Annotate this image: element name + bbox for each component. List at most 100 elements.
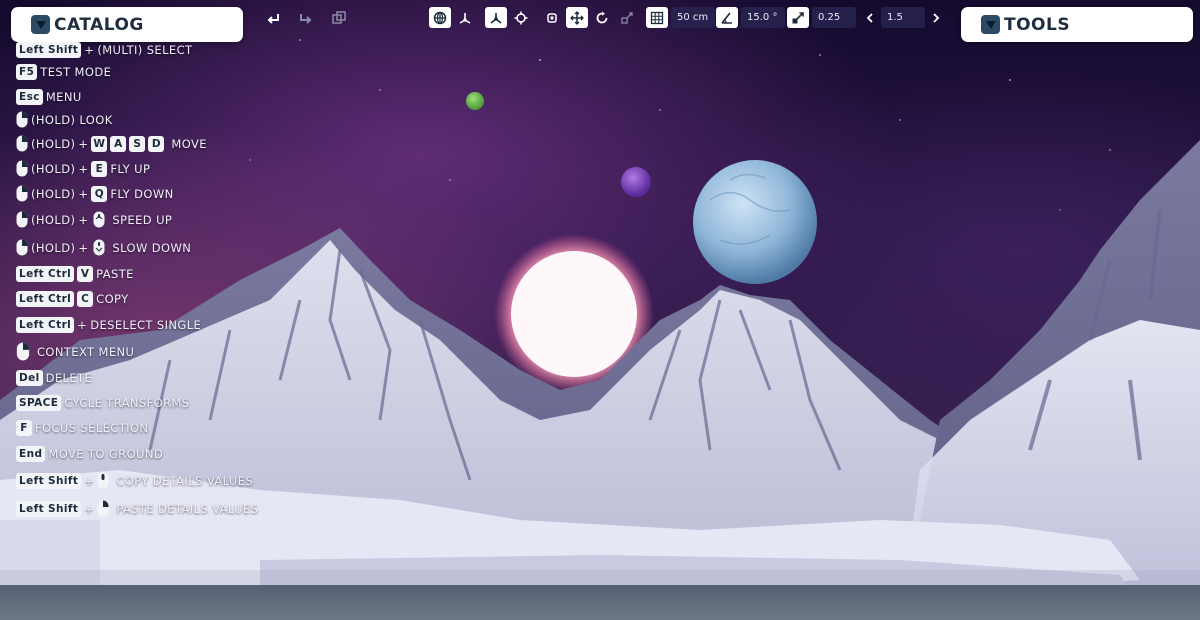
transform-toolbar (429, 7, 638, 28)
chevron-left-icon[interactable] (862, 7, 878, 28)
shortcut-paste: Left Ctrl V PASTE (16, 266, 134, 282)
shortcut-fly-up: (HOLD) + E FLY UP (16, 160, 150, 177)
key-badge: F (16, 420, 32, 436)
scale-snap-icon[interactable] (787, 7, 809, 28)
shortcut-label: DESELECT SINGLE (90, 318, 202, 332)
hold-label: (HOLD) (31, 161, 76, 176)
plus-sign: + (84, 43, 95, 57)
shortcut-fly-down: (HOLD) + Q FLY DOWN (16, 185, 174, 202)
axis-icon[interactable] (485, 7, 507, 28)
shortcut-label: CYCLE TRANSFORMS (64, 396, 190, 410)
key-badge: Q (91, 185, 108, 202)
shortcut-label: SLOW DOWN (112, 240, 192, 255)
plus-sign: + (78, 212, 89, 227)
plus-sign: + (84, 501, 95, 516)
speed-group: 1.5 (862, 7, 944, 28)
tools-button[interactable]: TOOLS (961, 7, 1193, 42)
move-arrows-icon[interactable] (566, 7, 588, 28)
redo-icon[interactable] (295, 7, 317, 28)
shortcut-look: (HOLD) LOOK (16, 111, 113, 128)
shortcut-label: MENU (45, 90, 82, 104)
catalog-label: CATALOG (54, 14, 144, 35)
mouse-right-icon (16, 342, 30, 361)
mouse-right-icon (16, 239, 28, 256)
scale-snap-field[interactable]: 0.25 (812, 7, 856, 28)
mouse-right-icon (97, 500, 109, 517)
shortcut-move-to-ground: End MOVE TO GROUND (16, 446, 163, 462)
undo-icon[interactable] (262, 7, 284, 28)
shortcut-context-menu: CONTEXT MENU (16, 342, 134, 361)
key-badge: End (16, 446, 46, 462)
shortcut-label: SPEED UP (112, 212, 173, 227)
shortcut-copy: Left Ctrl C COPY (16, 291, 129, 307)
game-viewport[interactable] (0, 0, 1200, 620)
snap-object-icon[interactable] (541, 7, 563, 28)
plus-sign: + (78, 240, 89, 255)
heart-logo-icon (981, 15, 1000, 34)
shortcut-label: PASTE DETAILS VALUES (116, 501, 259, 516)
shortcut-label: DELETE (45, 371, 93, 385)
scale-icon[interactable] (616, 7, 638, 28)
mouse-right-icon (16, 111, 28, 128)
shortcut-move: (HOLD) + W A S D MOVE (16, 135, 207, 152)
key-badge: A (110, 135, 127, 152)
key-badge: Esc (16, 89, 43, 105)
chevron-right-icon[interactable] (928, 7, 944, 28)
grid-snap-group: 50 cm (646, 7, 715, 28)
grid-icon[interactable] (646, 7, 668, 28)
angle-icon[interactable] (716, 7, 738, 28)
heart-logo-icon (31, 15, 50, 34)
shortcut-cycle-transforms: SPACE CYCLE TRANSFORMS (16, 395, 190, 411)
mouse-right-icon (16, 211, 28, 228)
mouse-scroll-down-icon (93, 239, 105, 256)
shortcut-label: COPY (96, 292, 129, 306)
shortcut-label: (HOLD) LOOK (31, 112, 113, 127)
shortcut-menu: Esc MENU (16, 89, 82, 105)
shortcut-paste-details: Left Shift + PASTE DETAILS VALUES (16, 500, 258, 517)
crosshair-icon[interactable] (510, 7, 532, 28)
shortcut-label: FLY UP (110, 161, 151, 176)
key-badge: Left Ctrl (16, 291, 75, 307)
hold-label: (HOLD) (31, 186, 76, 201)
angle-snap-group: 15.0 ° (716, 7, 785, 28)
key-badge: Left Shift (16, 42, 82, 58)
plus-sign: + (78, 136, 89, 151)
mouse-right-icon (16, 160, 28, 177)
grid-size-field[interactable]: 50 cm (671, 7, 715, 28)
hold-label: (HOLD) (31, 136, 76, 151)
key-badge: W (91, 135, 108, 152)
shortcut-label: TEST MODE (40, 65, 112, 79)
plus-sign: + (78, 186, 89, 201)
shortcut-copy-details: Left Shift + COPY DETAILS VALUES (16, 472, 253, 489)
key-badge: SPACE (16, 395, 62, 411)
shortcut-speed-up: (HOLD) + SPEED UP (16, 211, 172, 228)
key-badge: S (129, 135, 146, 152)
globe-icon[interactable] (429, 7, 451, 28)
shortcut-test-mode: F5 TEST MODE (16, 64, 111, 80)
key-badge: D (148, 135, 165, 152)
catalog-button[interactable]: CATALOG (11, 7, 243, 42)
angle-snap-field[interactable]: 15.0 ° (741, 7, 785, 28)
camera-speed-field[interactable]: 1.5 (881, 7, 925, 28)
shortcut-label: PASTE (96, 267, 134, 281)
key-badge: Left Ctrl (16, 266, 75, 282)
duplicate-icon[interactable] (328, 7, 350, 28)
key-badge: E (91, 160, 108, 177)
key-badge: Left Ctrl (16, 317, 75, 333)
rotate-icon[interactable] (591, 7, 613, 28)
key-badge: Del (16, 370, 43, 386)
shortcut-label: (MULTI) SELECT (97, 43, 193, 57)
key-badge: V (77, 266, 94, 282)
key-badge: F5 (16, 64, 38, 80)
plus-sign: + (77, 318, 88, 332)
shortcut-label: MOVE TO GROUND (48, 447, 164, 461)
shortcut-label: COPY DETAILS VALUES (116, 473, 254, 488)
pivot-icon[interactable] (454, 7, 476, 28)
shortcut-label: FLY DOWN (110, 186, 174, 201)
mouse-right-icon (16, 185, 28, 202)
green-planet (466, 92, 484, 110)
shortcut-label: CONTEXT MENU (37, 344, 135, 359)
shortcut-deselect: Left Ctrl + DESELECT SINGLE (16, 317, 201, 333)
key-badge: Left Shift (16, 500, 82, 517)
purple-planet (621, 167, 651, 197)
